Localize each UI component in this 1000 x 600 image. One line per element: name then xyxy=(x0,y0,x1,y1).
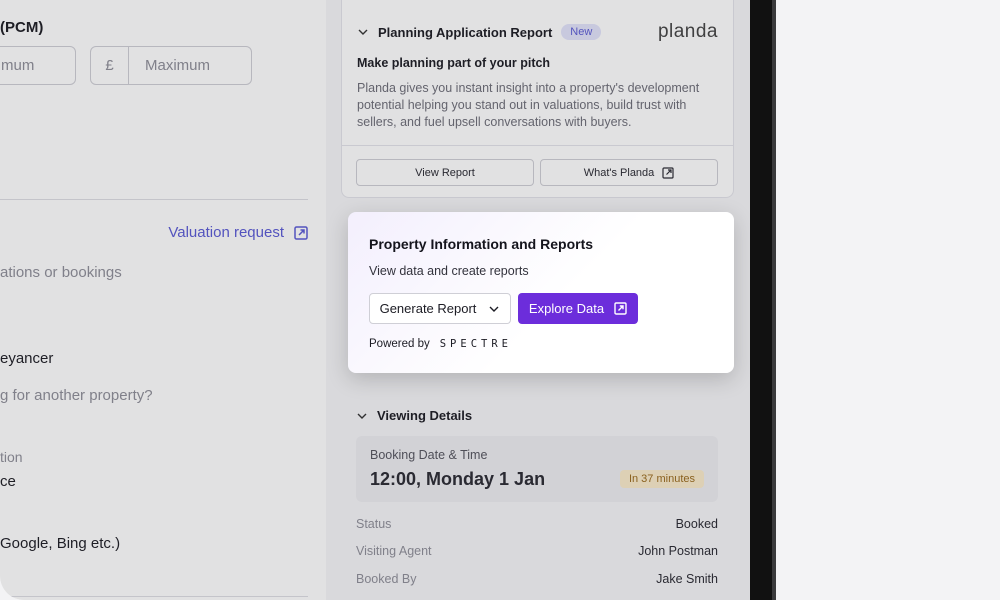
pir-subtitle: View data and create reports xyxy=(369,264,529,278)
device-screen: (PCM) mum £ Maximum Valuation request at… xyxy=(0,0,752,600)
powered-by-label: Powered by xyxy=(369,338,430,350)
chevron-down-icon xyxy=(489,306,499,312)
property-information-card: Property Information and Reports View da… xyxy=(348,212,734,373)
background-area xyxy=(776,0,1000,600)
pir-title: Property Information and Reports xyxy=(369,236,594,252)
explore-data-label: Explore Data xyxy=(528,301,605,316)
device-bezel xyxy=(750,0,776,600)
generate-report-label: Generate Report xyxy=(379,301,477,316)
spectre-logo: SPECTRE xyxy=(439,338,512,350)
external-link-icon xyxy=(614,302,627,315)
powered-by: Powered by SPECTRE xyxy=(369,338,512,350)
generate-report-dropdown[interactable]: Generate Report xyxy=(369,293,511,324)
explore-data-button[interactable]: Explore Data xyxy=(518,293,638,324)
